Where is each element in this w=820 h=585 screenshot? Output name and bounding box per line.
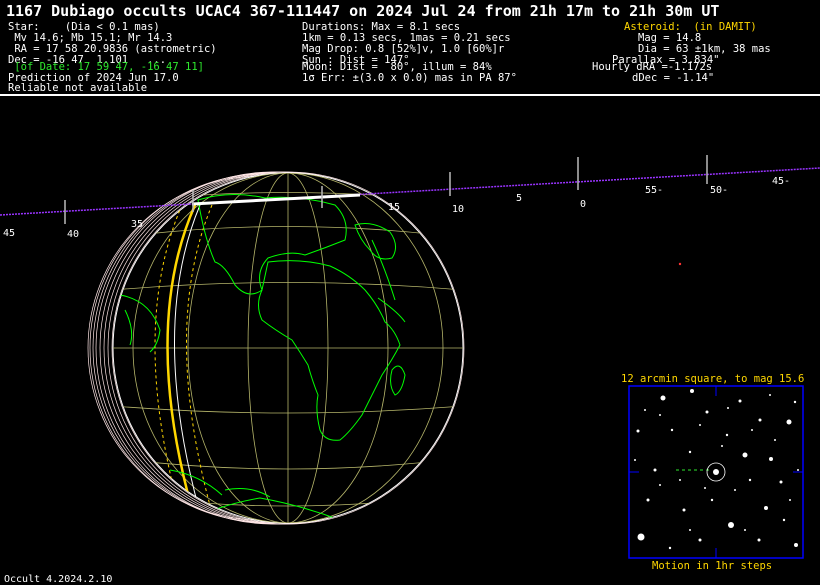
scale-label-10: 10 [452,204,464,215]
scale-label-55: 55- [645,185,663,196]
sun-dot [678,262,682,266]
scale-label-5: 5 [516,193,522,204]
globe-plot: 45 40 35 15 10 5 0 55- 50- 45- [0,155,820,559]
path-line [0,167,820,216]
version-footer: Occult 4.2024.2.10 [4,574,113,585]
occultation-plot: 1167 Dubiago occults UCAC4 367-111447 on… [0,0,820,585]
star-chart-title: 12 arcmin square, to mag 15.6 [621,373,805,385]
scale-label-45b: 45- [772,176,790,187]
scale-label-40: 40 [67,229,79,240]
scale-label-35: 35 [131,219,143,230]
scale-label-45: 45 [3,228,15,239]
scale-label-0: 0 [580,199,586,210]
star-chart-footer: Motion in 1hr steps [652,560,773,572]
scale-label-15: 15 [388,202,400,213]
scale-label-50: 50- [710,185,728,196]
star-chart [628,385,804,559]
